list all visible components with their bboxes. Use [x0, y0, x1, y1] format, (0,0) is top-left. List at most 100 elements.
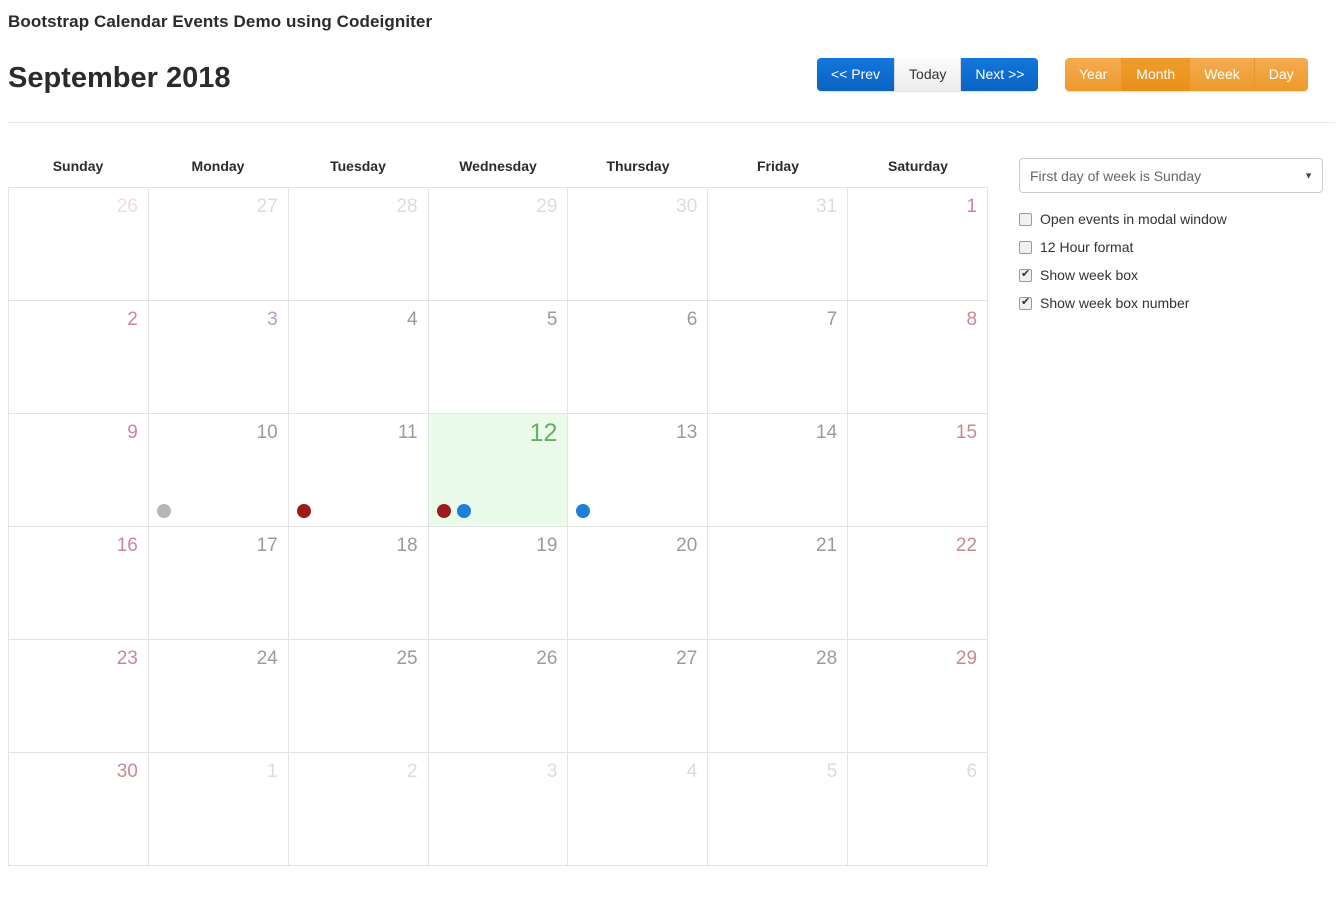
calendar-day-cell[interactable]: 20: [568, 527, 709, 640]
view-week-button[interactable]: Week: [1190, 58, 1255, 91]
day-number[interactable]: 18: [396, 535, 417, 558]
next-button[interactable]: Next >>: [961, 58, 1039, 91]
calendar-day-cell[interactable]: 28: [288, 188, 429, 301]
calendar-day-cell[interactable]: 3: [148, 301, 289, 414]
calendar-day-cell[interactable]: 11: [288, 414, 429, 527]
day-number[interactable]: 26: [536, 648, 557, 671]
calendar-day-cell[interactable]: 27: [148, 188, 289, 301]
day-number[interactable]: 30: [676, 196, 697, 219]
calendar-day-cell[interactable]: 29: [848, 640, 989, 753]
prev-button[interactable]: << Prev: [817, 58, 895, 91]
event-dot-darkred[interactable]: [296, 504, 311, 518]
calendar-day-cell[interactable]: 29: [428, 188, 569, 301]
day-number[interactable]: 8: [966, 309, 977, 332]
day-number[interactable]: 27: [257, 196, 278, 219]
event-dot-blue[interactable]: [576, 504, 591, 518]
calendar-day-cell[interactable]: 1: [848, 188, 989, 301]
calendar-day-cell[interactable]: 30: [9, 753, 149, 866]
calendar-day-cell[interactable]: 15: [848, 414, 989, 527]
view-day-button[interactable]: Day: [1254, 58, 1308, 91]
calendar-day-cell[interactable]: 13: [568, 414, 709, 527]
calendar-day-cell[interactable]: 5: [708, 753, 849, 866]
day-number[interactable]: 28: [816, 648, 837, 671]
day-number[interactable]: 11: [398, 422, 418, 445]
event-dot-blue[interactable]: [456, 504, 471, 518]
calendar-day-cell[interactable]: 7: [708, 301, 849, 414]
checkbox-checked-icon[interactable]: [1019, 268, 1032, 282]
calendar-day-cell[interactable]: 22: [848, 527, 989, 640]
calendar-day-cell[interactable]: 28: [708, 640, 849, 753]
settings-option-row[interactable]: Show week box: [1019, 261, 1323, 289]
day-number[interactable]: 29: [956, 648, 977, 671]
event-dot-grey[interactable]: [156, 504, 171, 518]
day-number[interactable]: 2: [407, 761, 418, 784]
day-number[interactable]: 10: [257, 422, 278, 445]
calendar-day-cell[interactable]: 4: [288, 301, 429, 414]
calendar-day-cell[interactable]: 26: [428, 640, 569, 753]
checkbox-unchecked-icon[interactable]: [1019, 212, 1032, 226]
day-number[interactable]: 9: [127, 422, 138, 445]
day-number[interactable]: 12: [530, 418, 558, 448]
calendar-day-cell[interactable]: 30: [568, 188, 709, 301]
day-number[interactable]: 4: [407, 309, 418, 332]
day-number[interactable]: 6: [966, 761, 977, 784]
day-number[interactable]: 19: [536, 535, 557, 558]
calendar-day-cell[interactable]: 14: [708, 414, 849, 527]
day-number[interactable]: 26: [117, 196, 138, 219]
calendar-day-cell[interactable]: 4: [568, 753, 709, 866]
day-number[interactable]: 22: [956, 535, 977, 558]
calendar-day-cell[interactable]: 9: [9, 414, 149, 527]
day-number[interactable]: 28: [396, 196, 417, 219]
day-number[interactable]: 14: [816, 422, 837, 445]
view-month-button[interactable]: Month: [1122, 58, 1191, 91]
day-number[interactable]: 13: [676, 422, 697, 445]
day-number[interactable]: 20: [676, 535, 697, 558]
calendar-day-cell[interactable]: 31: [708, 188, 849, 301]
day-number[interactable]: 2: [127, 309, 138, 332]
day-number[interactable]: 25: [396, 648, 417, 671]
first-day-of-week-select[interactable]: First day of week is Sunday ▼: [1019, 158, 1323, 193]
settings-option-row[interactable]: Open events in modal window: [1019, 205, 1323, 233]
checkbox-checked-icon[interactable]: [1019, 296, 1032, 310]
settings-option-row[interactable]: 12 Hour format: [1019, 233, 1323, 261]
calendar-day-cell[interactable]: 1: [148, 753, 289, 866]
day-number[interactable]: 1: [267, 761, 278, 784]
event-dot-darkred[interactable]: [436, 504, 451, 518]
calendar-day-cell[interactable]: 26: [9, 188, 149, 301]
calendar-day-cell[interactable]: 16: [9, 527, 149, 640]
day-number[interactable]: 1: [966, 196, 977, 219]
day-number[interactable]: 16: [117, 535, 138, 558]
day-number[interactable]: 7: [827, 309, 838, 332]
calendar-day-cell[interactable]: 12: [428, 414, 569, 527]
calendar-day-cell[interactable]: 21: [708, 527, 849, 640]
calendar-day-cell[interactable]: 10: [148, 414, 289, 527]
calendar-day-cell[interactable]: 3: [428, 753, 569, 866]
calendar-day-cell[interactable]: 8: [848, 301, 989, 414]
day-number[interactable]: 5: [827, 761, 838, 784]
day-number[interactable]: 5: [547, 309, 558, 332]
calendar-day-cell[interactable]: 6: [848, 753, 989, 866]
calendar-day-cell[interactable]: 2: [288, 753, 429, 866]
day-number[interactable]: 15: [956, 422, 977, 445]
day-number[interactable]: 30: [117, 761, 138, 784]
calendar-day-cell[interactable]: 2: [9, 301, 149, 414]
calendar-day-cell[interactable]: 19: [428, 527, 569, 640]
day-number[interactable]: 21: [816, 535, 837, 558]
view-year-button[interactable]: Year: [1065, 58, 1123, 91]
calendar-day-cell[interactable]: 18: [288, 527, 429, 640]
day-number[interactable]: 24: [257, 648, 278, 671]
day-number[interactable]: 3: [547, 761, 558, 784]
settings-option-row[interactable]: Show week box number: [1019, 289, 1323, 317]
calendar-day-cell[interactable]: 25: [288, 640, 429, 753]
day-number[interactable]: 29: [536, 196, 557, 219]
calendar-day-cell[interactable]: 5: [428, 301, 569, 414]
checkbox-unchecked-icon[interactable]: [1019, 240, 1032, 254]
calendar-day-cell[interactable]: 24: [148, 640, 289, 753]
day-number[interactable]: 23: [117, 648, 138, 671]
day-number[interactable]: 31: [816, 196, 837, 219]
day-number[interactable]: 6: [687, 309, 698, 332]
calendar-day-cell[interactable]: 23: [9, 640, 149, 753]
calendar-day-cell[interactable]: 17: [148, 527, 289, 640]
day-number[interactable]: 17: [257, 535, 278, 558]
calendar-day-cell[interactable]: 27: [568, 640, 709, 753]
